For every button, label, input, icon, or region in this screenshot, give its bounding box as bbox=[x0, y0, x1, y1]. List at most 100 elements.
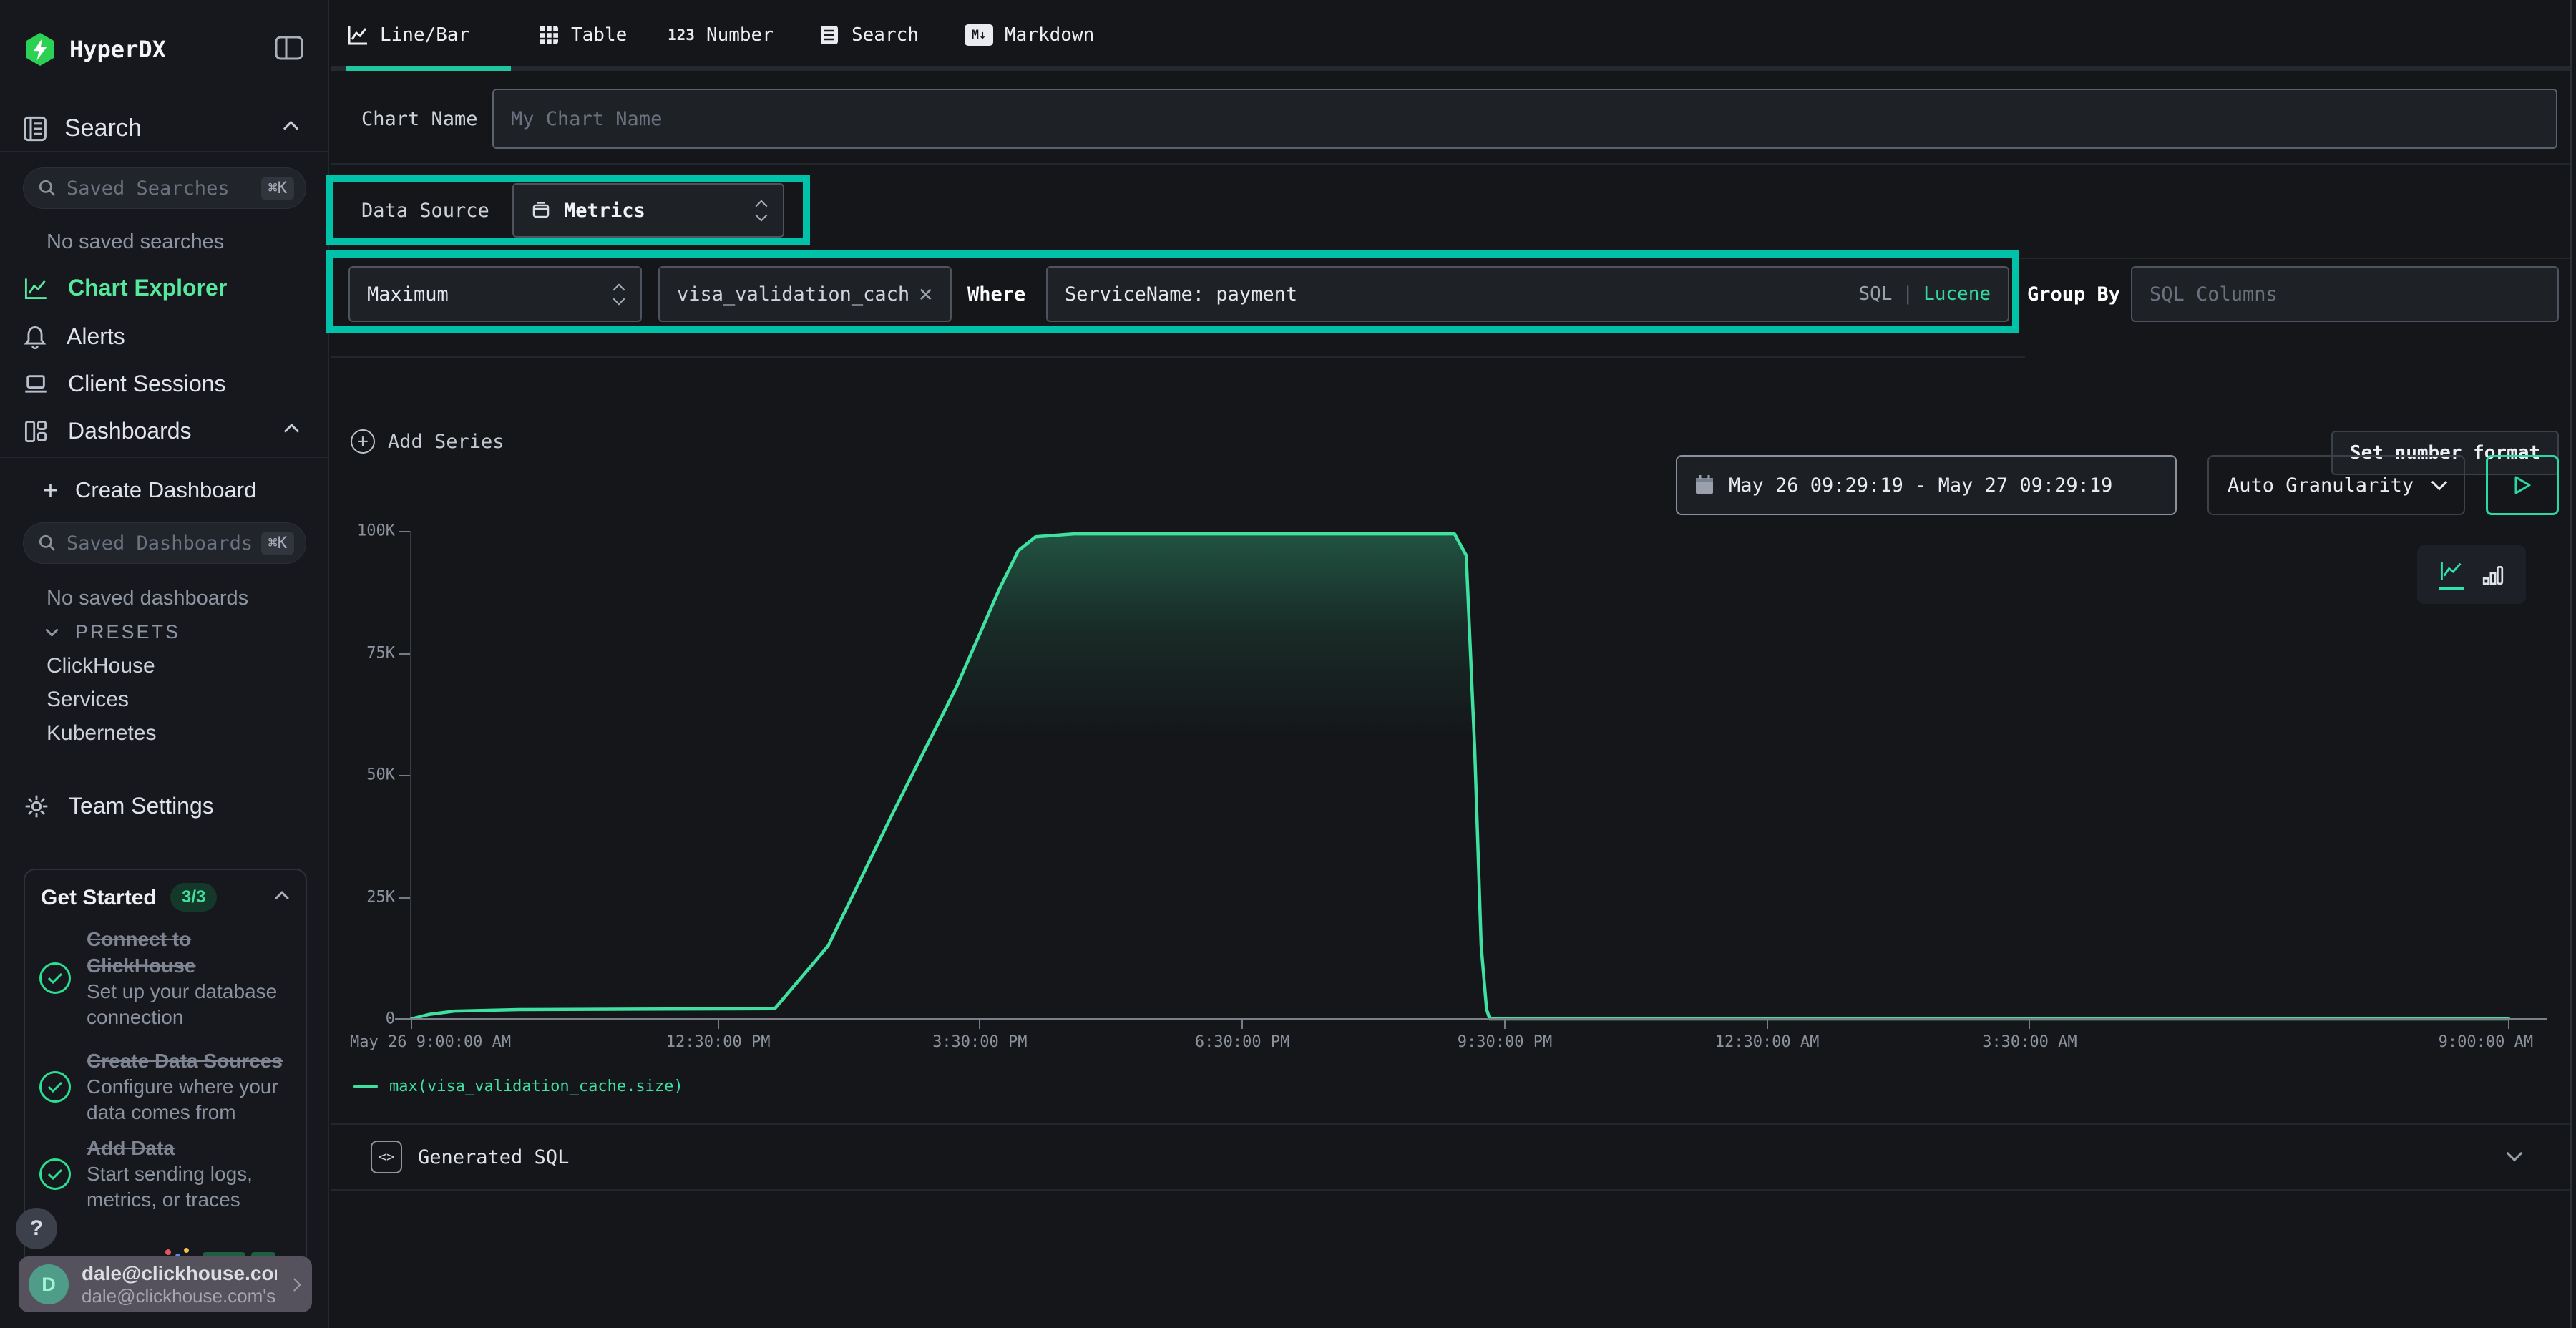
chart-name-input[interactable]: My Chart Name bbox=[492, 89, 2557, 149]
chevron-up-icon bbox=[284, 424, 299, 439]
checklist-item[interactable]: Add Data Start sending logs, metrics, or… bbox=[39, 1135, 294, 1213]
time-range-value: May 26 09:29:19 - May 27 09:29:19 bbox=[1729, 474, 2112, 497]
metric-name: visa_validation_cach bbox=[677, 283, 909, 306]
divider bbox=[331, 1189, 2572, 1191]
presets-toggle[interactable]: PRESETS bbox=[47, 621, 180, 643]
table-icon bbox=[538, 24, 560, 46]
checklist-item-title: Create Data Sources bbox=[87, 1048, 288, 1074]
series-area bbox=[411, 534, 2509, 1019]
get-started-card: Get Started 3/3 Connect to ClickHouse Se… bbox=[24, 869, 307, 1269]
no-saved-searches-text: No saved searches bbox=[47, 230, 224, 254]
add-series-button[interactable]: + Add Series bbox=[351, 429, 504, 454]
aggregation-value: Maximum bbox=[367, 283, 449, 306]
check-circle-icon bbox=[39, 962, 71, 994]
search-icon bbox=[38, 179, 57, 197]
tab-label: Markdown bbox=[1005, 24, 1094, 46]
legend-swatch bbox=[353, 1085, 378, 1088]
sidebar-item-label: Alerts bbox=[67, 323, 125, 350]
check-circle-icon bbox=[39, 1158, 71, 1190]
divider bbox=[2019, 258, 2572, 259]
help-button[interactable]: ? bbox=[16, 1208, 57, 1249]
saved-searches-input[interactable]: Saved Searches ⌘K bbox=[23, 167, 306, 209]
sidebar-item-client-sessions[interactable]: Client Sessions bbox=[24, 371, 307, 397]
group-by-placeholder: SQL Columns bbox=[2150, 283, 2278, 306]
gear-icon bbox=[24, 794, 49, 819]
saved-dashboards-input[interactable]: Saved Dashboards ⌘K bbox=[23, 522, 306, 564]
metric-field-chip[interactable]: visa_validation_cach × bbox=[658, 266, 952, 322]
where-search-input[interactable]: ServiceName: payment SQL | Lucene bbox=[1046, 266, 2009, 322]
scrollbar-track[interactable] bbox=[2570, 0, 2576, 1328]
time-range-picker[interactable]: May 26 09:29:19 - May 27 09:29:19 bbox=[1676, 455, 2177, 515]
divider bbox=[0, 151, 329, 152]
sidebar-item-alerts[interactable]: Alerts bbox=[24, 323, 307, 350]
logo: HyperDX bbox=[24, 31, 166, 67]
lucene-mode-toggle[interactable]: Lucene bbox=[1923, 283, 1991, 305]
select-chevrons-icon bbox=[615, 285, 623, 303]
line-chart-icon bbox=[347, 24, 369, 46]
tab-label: Line/Bar bbox=[380, 24, 469, 46]
user-menu[interactable]: D dale@clickhouse.com dale@clickhouse.co… bbox=[19, 1256, 312, 1312]
close-icon[interactable]: × bbox=[919, 282, 933, 306]
tab-table[interactable]: Table bbox=[538, 3, 627, 67]
x-axis-line bbox=[395, 1018, 2547, 1020]
tab-label: Search bbox=[852, 24, 919, 46]
preset-item-clickhouse[interactable]: ClickHouse bbox=[47, 654, 155, 678]
divider bbox=[331, 356, 2025, 358]
calendar-icon bbox=[1694, 474, 1714, 496]
chart-legend[interactable]: max(visa_validation_cache.size) bbox=[353, 1078, 683, 1095]
chevron-down-icon bbox=[45, 623, 58, 636]
chevron-right-icon bbox=[288, 1278, 301, 1291]
sidebar-item-team-settings[interactable]: Team Settings bbox=[24, 793, 214, 819]
tab-number[interactable]: 123 Number bbox=[668, 3, 774, 67]
get-started-badge: 3/3 bbox=[170, 883, 217, 912]
chevron-up-icon bbox=[283, 121, 298, 136]
chevron-up-icon[interactable] bbox=[275, 891, 289, 905]
sidebar-item-dashboards[interactable]: Dashboards bbox=[24, 418, 307, 444]
saved-dashboards-placeholder: Saved Dashboards bbox=[67, 532, 261, 555]
divider bbox=[0, 456, 329, 458]
markdown-icon: M↓ bbox=[965, 24, 993, 46]
shortcut-badge: ⌘K bbox=[261, 177, 295, 200]
code-icon: <> bbox=[371, 1141, 402, 1173]
checklist-item[interactable]: Create Data Sources Configure where your… bbox=[39, 1048, 294, 1126]
line-series-svg bbox=[411, 531, 2549, 1019]
check-circle-icon bbox=[39, 1071, 71, 1103]
chevron-down-icon bbox=[2431, 474, 2448, 491]
y-tick bbox=[399, 653, 410, 655]
chevron-down-icon bbox=[2507, 1146, 2523, 1162]
sidebar-item-label: Dashboards bbox=[68, 418, 192, 444]
question-mark-icon: ? bbox=[30, 1216, 43, 1241]
run-query-button[interactable] bbox=[2486, 455, 2559, 515]
user-email: dale@clickhouse.com bbox=[82, 1262, 277, 1285]
tab-markdown[interactable]: M↓ Markdown bbox=[965, 3, 1094, 67]
preset-item-kubernetes[interactable]: Kubernetes bbox=[47, 721, 156, 746]
search-icon bbox=[38, 534, 57, 552]
legend-label: max(visa_validation_cache.size) bbox=[389, 1078, 683, 1095]
shortcut-badge: ⌘K bbox=[261, 532, 295, 555]
sidebar-item-chart-explorer[interactable]: Chart Explorer bbox=[24, 275, 307, 301]
no-saved-dashboards-text: No saved dashboards bbox=[47, 587, 248, 610]
collapse-sidebar-icon[interactable] bbox=[275, 36, 303, 60]
sql-mode-toggle[interactable]: SQL bbox=[1858, 283, 1892, 305]
get-started-title: Get Started bbox=[41, 886, 157, 910]
add-series-label: Add Series bbox=[388, 431, 504, 453]
data-source-select[interactable]: Metrics bbox=[512, 183, 784, 238]
where-value: ServiceName: payment bbox=[1065, 283, 1297, 306]
aggregation-select[interactable]: Maximum bbox=[348, 266, 642, 322]
granularity-select[interactable]: Auto Granularity bbox=[2207, 455, 2465, 515]
group-by-input[interactable]: SQL Columns bbox=[2131, 266, 2559, 322]
tab-line-bar[interactable]: Line/Bar bbox=[347, 3, 469, 67]
tab-search[interactable]: Search bbox=[819, 3, 919, 67]
create-dashboard-button[interactable]: + Create Dashboard bbox=[43, 475, 256, 505]
chart-plot-area[interactable]: 100K 75K 50K 25K 0 May 26 9:00:00 AM 12:… bbox=[410, 531, 2547, 1019]
checklist-item[interactable]: Connect to ClickHouse Set up your databa… bbox=[39, 926, 294, 1030]
sidebar-section-search[interactable]: Search bbox=[23, 114, 306, 142]
play-icon bbox=[2513, 475, 2532, 495]
preset-item-services[interactable]: Services bbox=[47, 688, 129, 712]
generated-sql-toggle[interactable]: <> Generated SQL bbox=[331, 1125, 2572, 1189]
y-tick bbox=[399, 897, 410, 899]
mode-separator: | bbox=[1902, 283, 1913, 305]
generated-sql-label: Generated SQL bbox=[418, 1125, 569, 1189]
checklist-item-title: Add Data bbox=[87, 1135, 288, 1161]
user-org: dale@clickhouse.com's bbox=[82, 1285, 277, 1307]
